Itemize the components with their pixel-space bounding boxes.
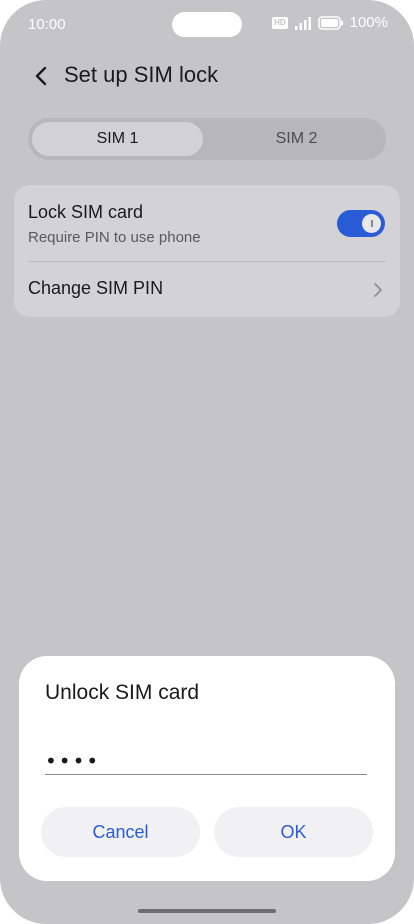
ok-button[interactable]: OK xyxy=(214,807,373,857)
lock-sim-card-title: Lock SIM card xyxy=(28,202,144,222)
lock-sim-card-row[interactable]: Lock SIM card Require PIN to use phone xyxy=(14,185,400,261)
change-sim-pin-title: Change SIM PIN xyxy=(28,278,164,298)
battery-percentage: 100% xyxy=(349,14,388,31)
camera-cutout xyxy=(172,12,242,37)
status-bar: 10:00 HD 100% xyxy=(0,0,414,48)
hd-icon: HD xyxy=(272,16,288,29)
back-icon[interactable] xyxy=(30,64,54,88)
tab-sim-2[interactable]: SIM 2 xyxy=(211,122,382,156)
pin-input[interactable] xyxy=(45,748,367,775)
lock-sim-toggle[interactable] xyxy=(337,210,385,237)
lock-sim-card-subtitle: Require PIN to use phone xyxy=(28,229,201,246)
header: Set up SIM lock xyxy=(0,56,414,96)
home-indicator[interactable] xyxy=(138,909,276,913)
settings-card: Lock SIM card Require PIN to use phone C… xyxy=(14,185,400,317)
toggle-knob xyxy=(362,214,381,233)
unlock-sim-dialog: Unlock SIM card Cancel OK xyxy=(19,656,395,881)
chevron-right-icon xyxy=(374,283,382,297)
status-time: 10:00 xyxy=(28,16,66,33)
sim-tabs: SIM 1 SIM 2 xyxy=(28,118,386,160)
phone-screen: 10:00 HD 100% Set up SIM lock SIM 1 SIM xyxy=(0,0,414,924)
battery-icon xyxy=(317,15,343,30)
signal-icon xyxy=(294,16,311,30)
change-sim-pin-row[interactable]: Change SIM PIN xyxy=(14,262,400,317)
cancel-button[interactable]: Cancel xyxy=(41,807,200,857)
dialog-title: Unlock SIM card xyxy=(45,681,200,704)
status-icons: HD 100% xyxy=(272,14,388,31)
page-title: Set up SIM lock xyxy=(64,62,219,87)
tab-sim-1[interactable]: SIM 1 xyxy=(32,122,203,156)
